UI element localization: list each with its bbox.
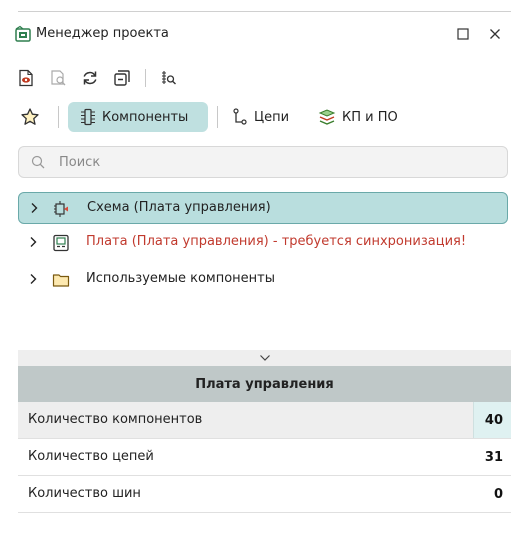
tab-nets[interactable]: Цепи (226, 102, 306, 132)
star-icon (20, 107, 40, 127)
tree-item-schematic[interactable]: Схема (Плата управления) (18, 192, 508, 224)
search-component-icon[interactable] (158, 68, 178, 88)
component-icon (80, 108, 96, 126)
tab-pads-vias-label: КП и ПО (342, 109, 398, 125)
close-icon (490, 29, 500, 39)
schematic-icon (53, 200, 71, 218)
chevron-right-icon[interactable] (27, 236, 39, 248)
tree-item-label: Используемые компоненты (86, 271, 276, 286)
property-name: Количество компонентов (28, 412, 203, 427)
collapse-all-icon[interactable] (112, 68, 132, 88)
maximize-button[interactable] (452, 23, 474, 45)
property-value: 40 (473, 402, 511, 438)
tree-item-used-components[interactable]: Используемые компоненты (18, 264, 508, 296)
property-name: Количество цепей (28, 449, 154, 464)
chevron-down-icon (259, 355, 270, 361)
refresh-icon[interactable] (80, 68, 100, 88)
search-box[interactable] (18, 146, 508, 178)
tree-item-board[interactable]: Плата (Плата управления) - требуется син… (18, 227, 508, 259)
top-border (18, 11, 511, 12)
property-value: 0 (493, 486, 503, 502)
tab-separator (58, 106, 59, 128)
close-button[interactable] (484, 23, 506, 45)
board-icon (52, 234, 70, 252)
net-icon (232, 108, 248, 126)
tab-components-label: Компоненты (102, 109, 189, 125)
tab-separator (217, 106, 218, 128)
tab-components[interactable]: Компоненты (68, 102, 208, 132)
folder-icon (52, 271, 70, 289)
chevron-right-icon[interactable] (27, 273, 39, 285)
property-row: Количество компонентов 40 (18, 402, 511, 439)
panel-title: Менеджер проекта (36, 26, 169, 41)
toolbar-separator (145, 69, 146, 87)
property-value: 31 (484, 449, 503, 465)
property-row: Количество шин 0 (18, 476, 511, 513)
show-document-icon[interactable] (16, 68, 36, 88)
tab-nets-label: Цепи (254, 109, 290, 125)
properties-collapse-handle[interactable] (18, 350, 511, 366)
project-manager-icon (14, 25, 32, 43)
property-name: Количество шин (28, 486, 141, 501)
tab-pads-vias[interactable]: КП и ПО (312, 102, 412, 132)
tree-item-label: Плата (Плата управления) - требуется син… (86, 234, 467, 249)
find-in-document-icon[interactable] (48, 68, 68, 88)
pads-vias-icon (318, 108, 336, 126)
search-icon (31, 155, 45, 173)
tab-favorites[interactable] (16, 102, 44, 132)
search-input[interactable] (59, 153, 479, 171)
property-row: Количество цепей 31 (18, 439, 511, 476)
tool-bar (0, 64, 511, 92)
properties-header: Плата управления (18, 366, 511, 402)
tree-item-label: Схема (Плата управления) (87, 200, 271, 215)
chevron-right-icon[interactable] (28, 202, 40, 214)
view-tabs: Компоненты Цепи КП и ПО (0, 100, 511, 136)
panel-title-bar: Менеджер проекта (0, 22, 511, 50)
